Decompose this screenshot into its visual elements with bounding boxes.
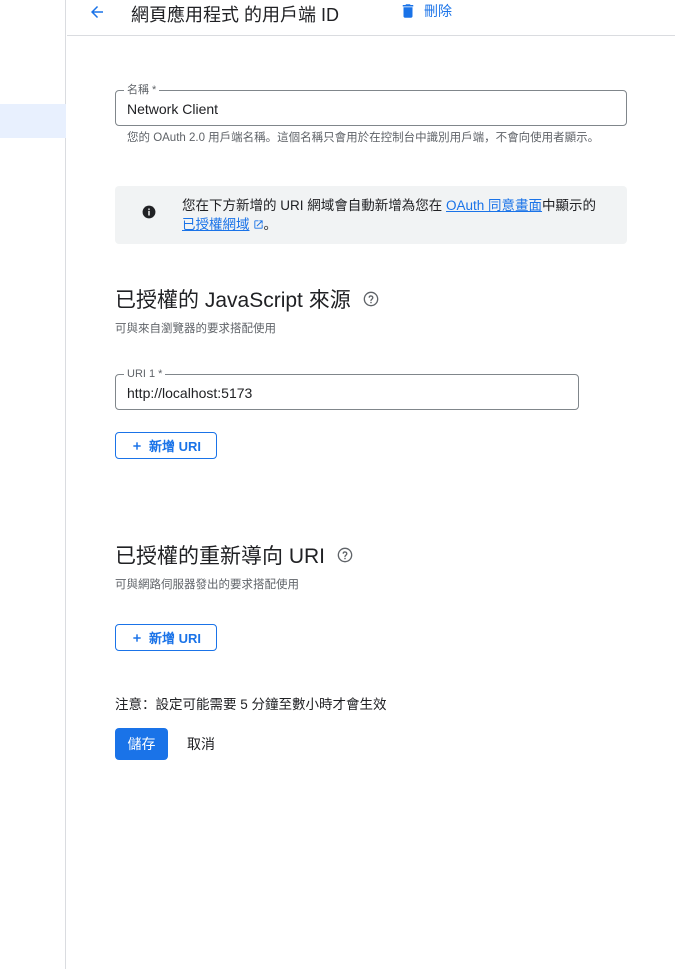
info-banner: 您在下方新增的 URI 網域會自動新增為您在 OAuth 同意畫面中顯示的已授權… bbox=[115, 186, 627, 244]
authorized-domains-label: 已授權網域 bbox=[182, 217, 250, 232]
left-nav bbox=[0, 0, 66, 969]
add-redirect-uri-button[interactable]: 新增 URI bbox=[115, 624, 217, 651]
info-banner-text: 您在下方新增的 URI 網域會自動新增為您在 OAuth 同意畫面中顯示的已授權… bbox=[182, 196, 622, 234]
redirect-uris-subtitle: 可與網路伺服器發出的要求搭配使用 bbox=[115, 579, 299, 591]
settings-note: 注意：設定可能需要 5 分鐘至數小時才會生效 bbox=[115, 697, 387, 712]
authorized-domains-link[interactable]: 已授權網域 bbox=[182, 217, 264, 232]
add-js-origin-uri-label: 新增 URI bbox=[148, 439, 201, 454]
name-field[interactable]: 名稱 * Network Client bbox=[115, 84, 627, 126]
js-origins-subtitle: 可與來自瀏覽器的要求搭配使用 bbox=[115, 323, 276, 335]
external-link-icon bbox=[253, 220, 263, 229]
js-origins-title-text: 已授權的 JavaScript 來源 bbox=[115, 289, 351, 312]
uri-1-value: http://localhost:5173 bbox=[127, 385, 253, 401]
page-title: 網頁應用程式 的用戶端 ID bbox=[131, 5, 340, 25]
redirect-uris-title: 已授權的重新導向 URI bbox=[115, 540, 353, 570]
save-button[interactable]: 儲存 bbox=[115, 728, 168, 760]
back-button[interactable] bbox=[85, 0, 109, 24]
delete-button[interactable]: 刪除 bbox=[399, 1, 452, 21]
delete-label: 刪除 bbox=[424, 3, 452, 19]
left-nav-active-item[interactable] bbox=[0, 104, 66, 138]
uri-1-field[interactable]: URI 1 * http://localhost:5173 bbox=[115, 368, 579, 410]
page-header: 網頁應用程式 的用戶端 ID 刪除 bbox=[67, 0, 675, 36]
uri-1-label: URI 1 * bbox=[124, 368, 166, 380]
name-field-hint: 您的 OAuth 2.0 用戶端名稱。這個名稱只會用於在控制台中識別用戶端，不會… bbox=[127, 132, 600, 144]
cancel-button[interactable]: 取消 bbox=[180, 728, 222, 760]
oauth-consent-link[interactable]: OAuth 同意畫面 bbox=[446, 198, 542, 213]
name-field-value: Network Client bbox=[127, 101, 219, 117]
add-redirect-uri-label: 新增 URI bbox=[148, 631, 201, 646]
info-icon bbox=[142, 205, 156, 219]
help-circle-icon[interactable] bbox=[363, 291, 379, 307]
help-circle-icon[interactable] bbox=[337, 547, 353, 563]
name-field-label: 名稱 * bbox=[124, 84, 160, 96]
plus-icon bbox=[133, 441, 141, 450]
info-text-after: 。 bbox=[263, 217, 278, 232]
main-content: 網頁應用程式 的用戶端 ID 刪除 名稱 * Network Client 您的… bbox=[67, 0, 675, 969]
info-text-before: 您在下方新增的 URI 網域會自動新增為您在 bbox=[182, 198, 447, 213]
info-text-middle: 中顯示的 bbox=[542, 198, 597, 213]
js-origins-title: 已授權的 JavaScript 來源 bbox=[115, 284, 379, 314]
add-js-origin-uri-button[interactable]: 新增 URI bbox=[115, 432, 217, 459]
arrow-left-icon bbox=[91, 6, 103, 18]
plus-icon bbox=[133, 633, 141, 642]
redirect-uris-title-text: 已授權的重新導向 URI bbox=[115, 545, 325, 568]
trash-icon bbox=[402, 4, 414, 18]
